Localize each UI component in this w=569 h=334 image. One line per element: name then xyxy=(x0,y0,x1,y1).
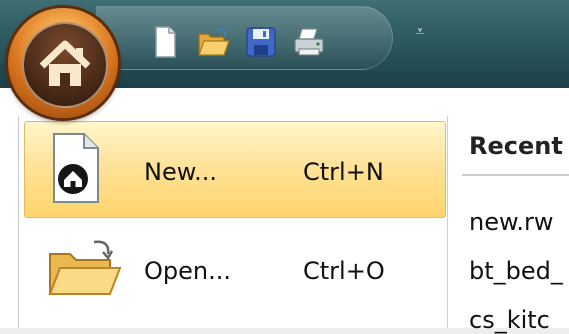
menu-item-new-icon-wrap[interactable] xyxy=(46,131,102,205)
open-icon xyxy=(198,27,230,56)
open-folder-icon xyxy=(48,240,122,295)
qat-save-button[interactable] xyxy=(244,25,278,59)
recent-header-divider xyxy=(462,174,569,176)
recent-documents-title: Recent xyxy=(469,132,563,160)
new-icon xyxy=(155,26,176,58)
qat-print-button[interactable] xyxy=(292,25,326,59)
qat-open-button[interactable] xyxy=(196,25,230,59)
menu-item-open-shortcut: Ctrl+O xyxy=(303,257,385,285)
recent-file-item[interactable]: bt_bed_ xyxy=(469,257,563,285)
recent-file-item[interactable]: cs_kitc xyxy=(469,306,550,334)
menu-item-open-icon-wrap[interactable] xyxy=(44,234,124,300)
application-button[interactable] xyxy=(8,8,118,118)
customize-toolbar-dropdown[interactable]: ⩡ xyxy=(413,24,427,44)
menu-item-open-label[interactable]: Open... xyxy=(144,257,231,285)
qat-new-button[interactable] xyxy=(148,25,182,59)
recent-file-item[interactable]: new.rw xyxy=(469,208,554,236)
menu-item-new-shortcut: Ctrl+N xyxy=(303,158,384,186)
new-document-house-icon xyxy=(53,133,99,203)
print-icon xyxy=(294,28,324,56)
application-button-inner xyxy=(22,22,108,108)
save-icon xyxy=(246,27,276,57)
quick-access-toolbar xyxy=(96,6,393,70)
menu-item-new-label[interactable]: New... xyxy=(144,158,217,186)
house-icon xyxy=(39,40,91,86)
